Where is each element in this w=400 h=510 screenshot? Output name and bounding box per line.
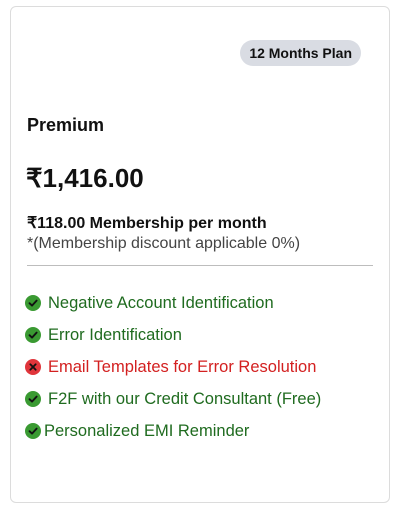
check-circle-icon [25,327,41,343]
plan-card: 12 Months Plan Premium ₹1,416.00 ₹118.00… [10,6,390,503]
check-circle-icon [25,423,41,439]
feature-label: Email Templates for Error Resolution [48,357,317,376]
check-circle-icon [25,391,41,407]
monthly-price: ₹118.00 Membership per month [27,215,267,232]
feature-label: Error Identification [48,325,182,344]
plan-name: Premium [27,115,105,135]
feature-item: Error Identification [25,319,321,351]
plan-duration-badge: 12 Months Plan [240,40,361,66]
feature-label: Personalized EMI Reminder [44,421,250,440]
check-circle-icon [25,295,41,311]
feature-list: Negative Account Identification Error Id… [25,287,321,447]
cross-circle-icon [25,359,41,375]
divider [27,265,373,266]
feature-label: Negative Account Identification [48,293,274,312]
feature-item: Negative Account Identification [25,287,321,319]
feature-item: Email Templates for Error Resolution [25,351,321,383]
feature-item: Personalized EMI Reminder [25,415,321,447]
feature-item: F2F with our Credit Consultant (Free) [25,383,321,415]
feature-label: F2F with our Credit Consultant (Free) [48,389,322,408]
discount-note: *(Membership discount applicable 0%) [27,235,301,252]
plan-price: ₹1,416.00 [26,163,144,193]
